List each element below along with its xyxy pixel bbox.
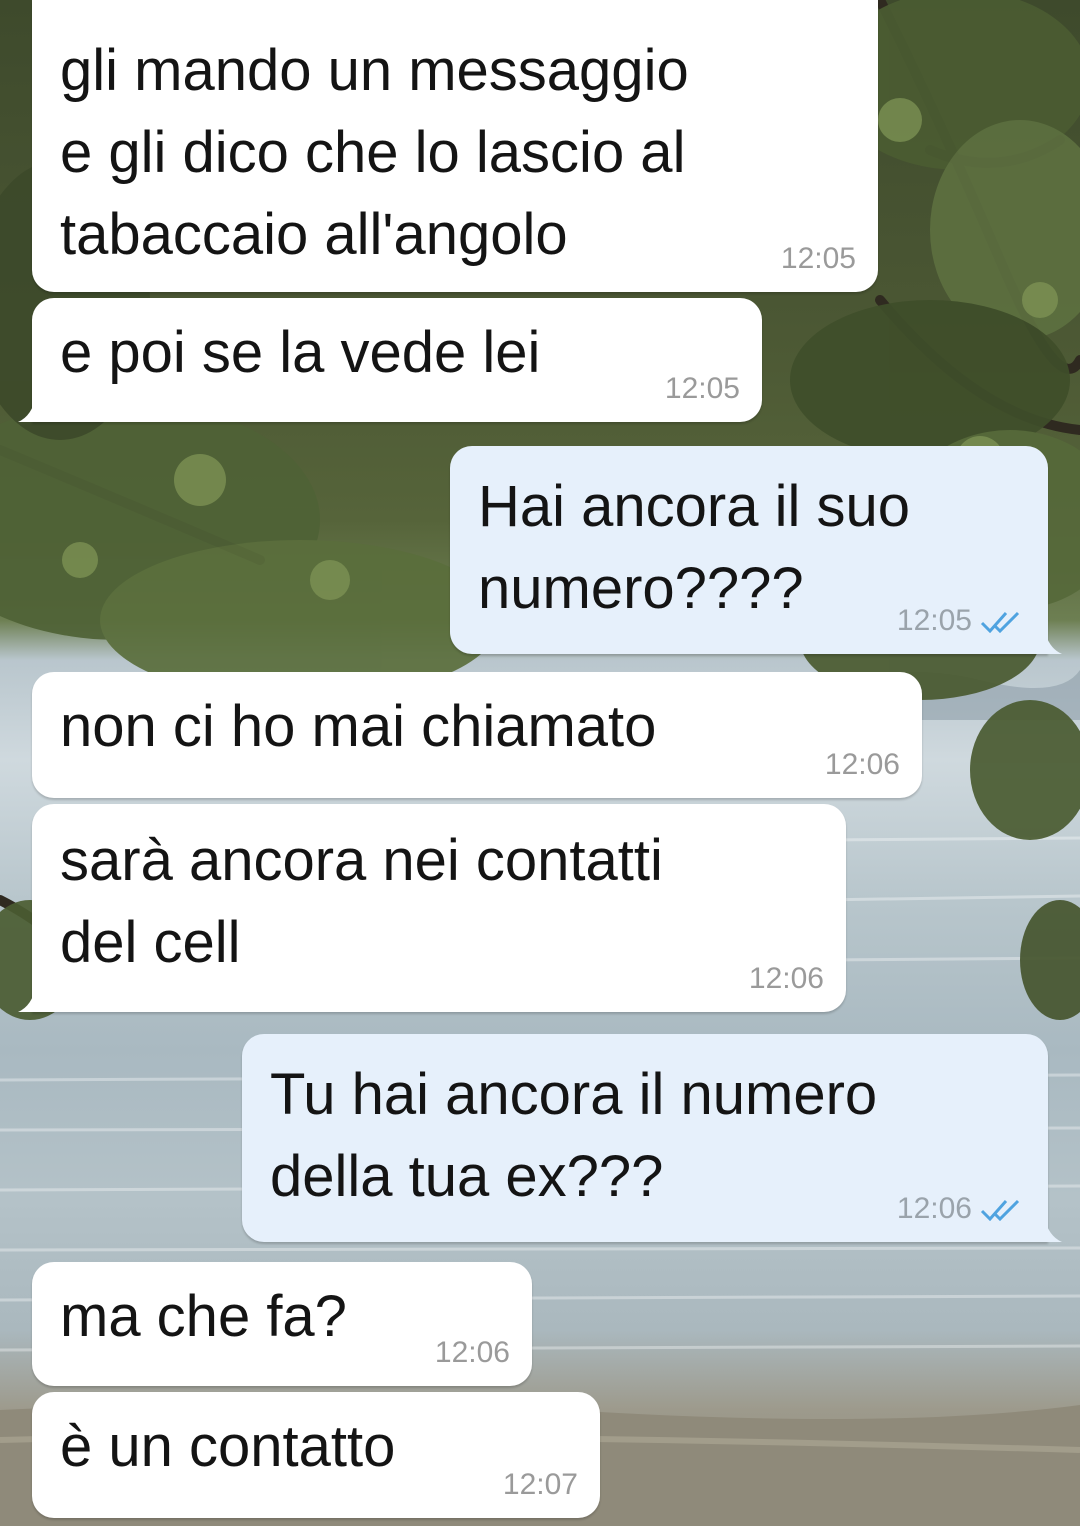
incoming-message[interactable]: gli mando un messaggio e gli dico che lo… [32,0,878,292]
message-text: sarà ancora nei contatti del cell [60,828,663,975]
message-text: è un contatto [60,1414,396,1479]
message-timestamp: 12:06 [434,1336,510,1369]
incoming-message[interactable]: e poi se la vede lei 12:05 [18,298,762,422]
message-timestamp: 12:06 [824,748,900,781]
message-status: 12:05 [897,604,1022,638]
message-timestamp: 12:07 [502,1468,578,1501]
bubble-tail-icon [1032,628,1062,654]
message-timestamp: 12:06 [748,962,824,995]
incoming-message[interactable]: ma che fa? 12:06 [32,1262,532,1386]
incoming-message[interactable]: non ci ho mai chiamato 12:06 [32,672,922,798]
incoming-message[interactable]: è un contatto 12:07 [32,1392,600,1518]
bubble-tail-icon [18,986,48,1012]
double-check-read-icon [980,612,1020,634]
message-text: gli mando un messaggio e gli dico che lo… [60,38,689,267]
bubble-tail-icon [18,396,48,422]
message-status: 12:06 [897,1192,1022,1226]
outgoing-message[interactable]: Hai ancora il suo numero???? 12:05 [450,446,1062,654]
message-timestamp: 12:05 [896,604,972,637]
double-check-read-icon [980,1200,1020,1222]
message-timestamp: 12:05 [780,242,856,275]
message-timestamp: 12:06 [896,1192,972,1225]
chat-message-list[interactable]: gli mando un messaggio e gli dico che lo… [0,0,1080,1526]
incoming-message[interactable]: sarà ancora nei contatti del cell 12:06 [18,804,846,1012]
message-text: e poi se la vede lei [60,320,541,385]
bubble-tail-icon [1032,1216,1062,1242]
outgoing-message[interactable]: Tu hai ancora il numero della tua ex??? … [242,1034,1062,1242]
message-timestamp: 12:05 [664,372,740,405]
message-text: non ci ho mai chiamato [60,694,657,759]
